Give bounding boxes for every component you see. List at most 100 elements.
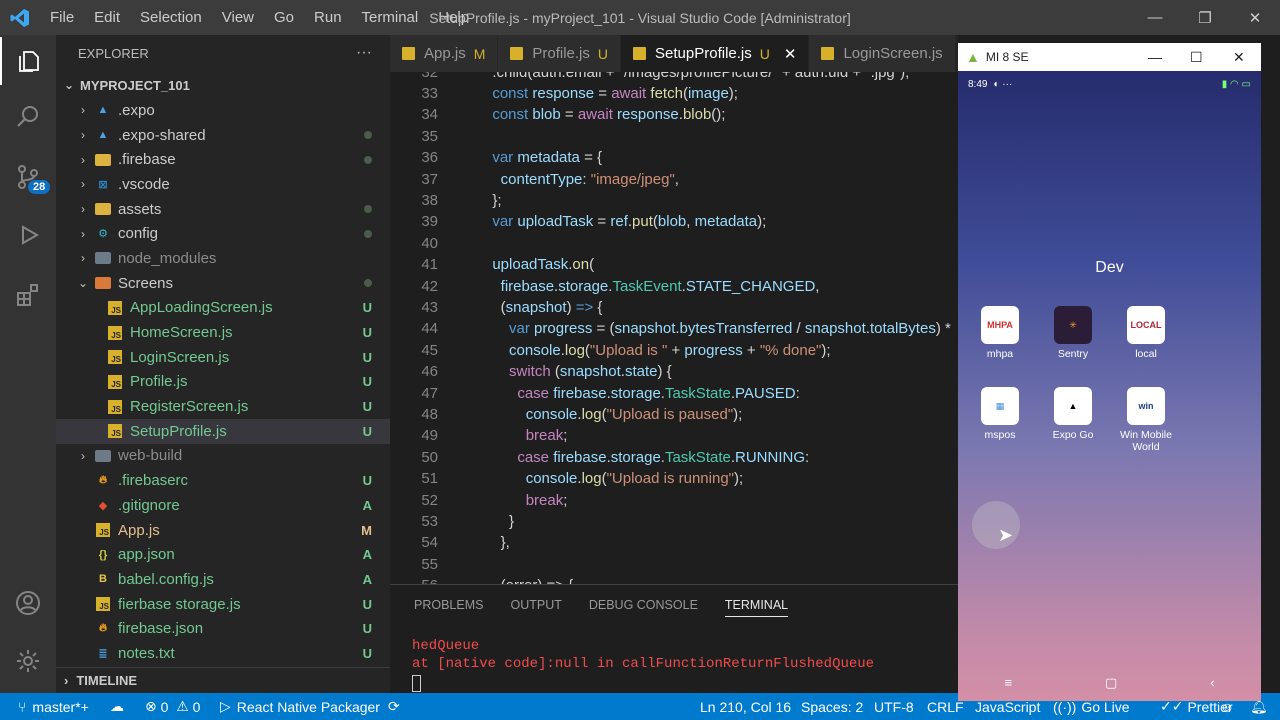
- menu-go[interactable]: Go: [264, 0, 304, 35]
- refresh-icon[interactable]: ⟳: [388, 693, 400, 720]
- menu-selection[interactable]: Selection: [130, 0, 212, 35]
- more-actions-icon[interactable]: ···: [356, 44, 372, 62]
- tree-item[interactable]: 🔥︎ .firebaserc U: [56, 468, 390, 493]
- line-number: 35: [421, 127, 438, 145]
- minimize-icon[interactable]: ―: [1130, 0, 1180, 35]
- tree-item[interactable]: ⌄ Screens: [56, 271, 390, 296]
- extensions-icon[interactable]: [0, 271, 56, 319]
- settings-gear-icon[interactable]: [0, 637, 56, 685]
- search-icon[interactable]: [0, 93, 56, 141]
- tree-item[interactable]: JS HomeScreen.js U: [56, 320, 390, 345]
- timeline-section[interactable]: › TIMELINE: [56, 667, 390, 693]
- menu-file[interactable]: File: [40, 0, 84, 35]
- encoding[interactable]: UTF-8: [874, 693, 914, 720]
- tree-item[interactable]: JS SetupProfile.js U: [56, 418, 390, 444]
- menu-run[interactable]: Run: [304, 0, 352, 35]
- tab-setupprofile[interactable]: SetupProfile.js U ✕: [621, 35, 810, 72]
- emu-maximize-icon[interactable]: ☐: [1190, 49, 1203, 66]
- code-line: console.log("Upload is running");: [525, 470, 744, 488]
- tree-item[interactable]: › .firebase: [56, 147, 390, 172]
- app-label: Expo Go: [1052, 429, 1094, 441]
- git-status-badge: U: [362, 374, 372, 390]
- cursor-position[interactable]: Ln 210, Col 16: [700, 693, 791, 720]
- panel-tab-problems[interactable]: PROBLEMS: [414, 594, 483, 616]
- panel-tab-output[interactable]: OUTPUT: [510, 594, 561, 616]
- chevron-right-icon: ›: [81, 251, 85, 266]
- branch-label: master*+: [32, 698, 89, 715]
- menu-terminal[interactable]: Terminal: [352, 0, 429, 35]
- panel-tab-terminal[interactable]: TERMINAL: [724, 594, 789, 617]
- sync-icon[interactable]: ☁: [110, 693, 124, 720]
- indentation[interactable]: Spaces: 2: [801, 693, 863, 720]
- tree-item[interactable]: JS fierbase storage.js U: [56, 592, 390, 617]
- tree-item[interactable]: › ⚙ config: [56, 221, 390, 246]
- app-icon: ▦: [981, 387, 1019, 425]
- line-number: 38: [421, 192, 438, 209]
- tree-item-label: firebase.json: [118, 620, 204, 638]
- tree-item[interactable]: ◆ .gitignore A: [56, 493, 390, 518]
- source-control-icon[interactable]: 28: [0, 153, 56, 201]
- emu-close-icon[interactable]: ✕: [1233, 49, 1245, 66]
- tree-item[interactable]: JS Profile.js U: [56, 370, 390, 395]
- tab-app[interactable]: App.js M: [390, 35, 499, 72]
- app-mspos[interactable]: ▦ mspos: [965, 387, 1035, 441]
- tree-item[interactable]: › ⊠ .vscode: [56, 172, 390, 197]
- tree-item-label: app.json: [118, 546, 175, 564]
- tab-label: Profile.js: [532, 45, 590, 62]
- problems-status[interactable]: ⊗ 0 ⚠ 0: [145, 693, 200, 720]
- line-number: 46: [421, 363, 438, 381]
- tree-item[interactable]: 🔥︎ firebase.json U: [56, 616, 390, 641]
- app-expo-go[interactable]: ▲ Expo Go: [1038, 387, 1108, 441]
- panel-tab-debug-console[interactable]: DEBUG CONSOLE: [589, 594, 698, 616]
- tree-item[interactable]: Bbabel.config.js A: [56, 567, 390, 592]
- phone-status-bar: 8:49 ◐ ··· ▮ ◠ ▭: [958, 71, 1261, 97]
- tree-item[interactable]: JS RegisterScreen.js U: [56, 394, 390, 419]
- branch-status[interactable]: ⑂ master*+: [18, 693, 89, 720]
- emu-minimize-icon[interactable]: ―: [1148, 49, 1162, 65]
- tree-item[interactable]: {} app.json A: [56, 542, 390, 567]
- tab-loginscreen[interactable]: LoginScreen.js: [809, 35, 956, 72]
- tree-item[interactable]: › assets: [56, 197, 390, 222]
- signal-wifi-battery-icons: ▮ ◠ ▭: [1221, 78, 1251, 90]
- tree-item[interactable]: › web-build: [56, 444, 390, 469]
- tree-item[interactable]: › ▲ .expo: [56, 98, 390, 123]
- close-tab-icon[interactable]: ✕: [784, 45, 797, 63]
- menu-view[interactable]: View: [212, 0, 264, 35]
- project-root[interactable]: ⌄ MYPROJECT_101: [56, 73, 390, 98]
- tab-status: U: [759, 45, 770, 62]
- error-icon: ⊗: [145, 698, 157, 714]
- line-number: 54: [421, 534, 438, 552]
- tree-item-label: LoginScreen.js: [130, 348, 230, 366]
- app-sentry[interactable]: ✳ Sentry: [1038, 306, 1108, 360]
- code-editor[interactable]: .child(auth.email + "/images/profilePict…: [390, 72, 958, 584]
- packager-status[interactable]: ▷ React Native Packager: [220, 693, 380, 720]
- file-tree: › ▲ .expo › ▲ .expo-shared › .firebase › ⊠ .vscode…: [56, 98, 390, 666]
- menu-help[interactable]: Help: [428, 0, 479, 35]
- explorer-icon[interactable]: [0, 37, 56, 85]
- tree-item[interactable]: JS AppLoadingScreen.js U: [56, 296, 390, 321]
- run-debug-icon[interactable]: [0, 211, 56, 259]
- app-win-mobile-world[interactable]: win Win Mobile World: [1111, 387, 1181, 453]
- menu-nav-icon[interactable]: ≡: [1004, 675, 1012, 691]
- git-status-badge: U: [362, 399, 372, 415]
- back-nav-icon[interactable]: ‹: [1210, 675, 1214, 691]
- tree-item[interactable]: JS App.js M: [56, 518, 390, 543]
- app-local[interactable]: LOCAL local: [1111, 306, 1181, 360]
- chevron-down-icon: ⌄: [77, 276, 89, 291]
- menu-edit[interactable]: Edit: [84, 0, 130, 35]
- tree-item[interactable]: › node_modules: [56, 246, 390, 271]
- close-icon[interactable]: ✕: [1230, 0, 1280, 35]
- home-nav-icon[interactable]: ▢: [1105, 675, 1117, 691]
- terminal-cursor[interactable]: [412, 675, 421, 692]
- account-icon[interactable]: [0, 579, 56, 627]
- tab-profile[interactable]: Profile.js U: [498, 35, 622, 72]
- line-number: 36: [421, 149, 438, 167]
- tree-item[interactable]: JS LoginScreen.js U: [56, 345, 390, 370]
- tree-item[interactable]: ≣ notes.txt U: [56, 641, 390, 666]
- tree-item[interactable]: › ▲ .expo-shared: [56, 123, 390, 148]
- error-count: 0: [160, 698, 169, 715]
- line-number: 37: [421, 170, 438, 188]
- restore-icon[interactable]: ❐: [1180, 0, 1230, 35]
- app-mhpa[interactable]: MHPA mhpa: [965, 306, 1035, 360]
- phone-screen[interactable]: 8:49 ◐ ··· ▮ ◠ ▭ Dev MHPA mhpa ✳ Sentry LOCA…: [958, 71, 1261, 701]
